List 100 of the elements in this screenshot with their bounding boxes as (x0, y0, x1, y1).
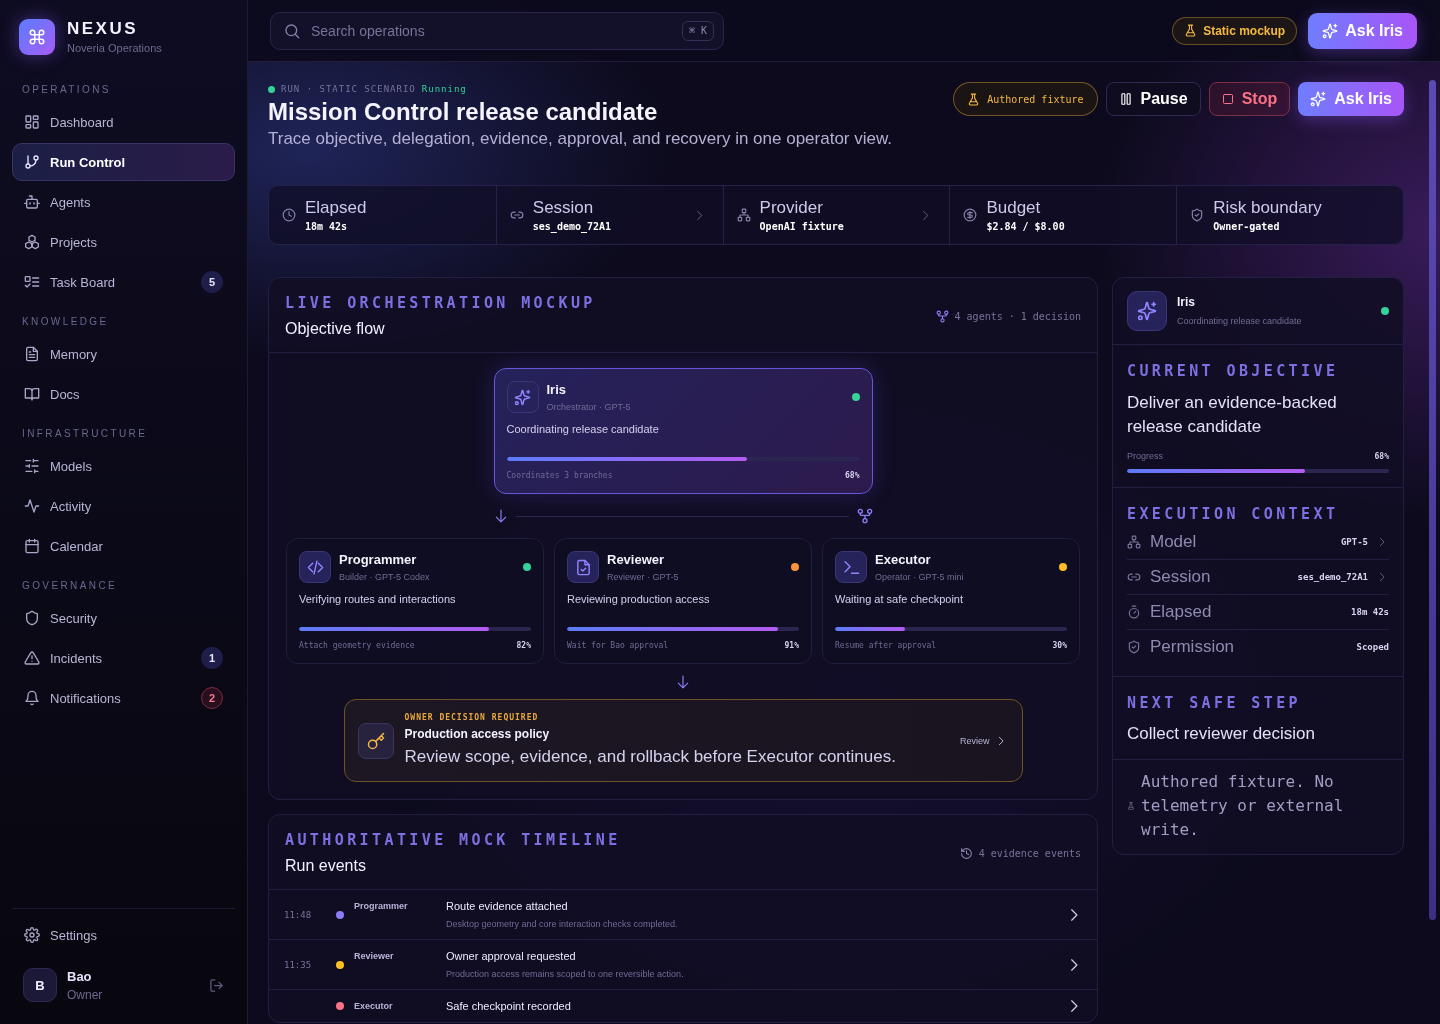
mode-label: Static mockup (1203, 23, 1286, 38)
context-label: Session (1150, 567, 1211, 587)
section-heading: NEXT SAFE STEP (1127, 694, 1303, 712)
run-status: Running (421, 83, 467, 96)
panel-meta: 4 agents · 1 decision (954, 311, 1081, 322)
event-title: Route evidence attached (446, 899, 569, 913)
shield-check-icon (1127, 640, 1141, 654)
next-step-text: Collect reviewer decision (1127, 723, 1317, 745)
link-icon (1127, 570, 1141, 584)
key-icon (357, 722, 394, 759)
agent-role: Orchestrator · GPT-5 (546, 401, 631, 413)
nav-item[interactable]: Memory (12, 335, 235, 373)
agent-activity: Waiting at safe checkpoint (835, 592, 964, 606)
sparkle-icon (1127, 291, 1167, 331)
decision-eyebrow: OWNER DECISION REQUIRED (404, 713, 540, 723)
flask-icon (967, 92, 981, 106)
agent-card[interactable]: Programmer Builder · GPT-5 Codex Verifying routes and interactions Attach geometry evidence 82% (286, 538, 544, 664)
item-count: 5 (201, 271, 223, 293)
search-icon (284, 22, 300, 39)
nav-item[interactable]: Activity (12, 487, 235, 525)
square-icon (1221, 93, 1234, 105)
event-agent: Reviewer (354, 950, 395, 963)
panel-eyebrow: LIVE ORCHESTRATION MOCKUP (285, 294, 596, 312)
nav-item[interactable]: Calendar (12, 527, 235, 565)
section-heading: EXECUTION CONTEXT (1127, 505, 1340, 523)
agent-role: Reviewer · GPT-5 (607, 571, 679, 583)
sliders-icon (24, 458, 40, 474)
settings-icon (24, 927, 40, 943)
agent-activity: Coordinating release candidate (506, 422, 660, 436)
logout-icon[interactable] (209, 977, 224, 993)
shield-check-icon (1190, 208, 1205, 222)
context-label: Permission (1150, 637, 1235, 657)
pulse-icon (24, 498, 40, 514)
context-value: GPT-5 (1340, 537, 1368, 547)
event-title: Owner approval requested (446, 949, 577, 963)
hexagons-icon (24, 234, 40, 250)
stat-value: 18m 42s (305, 219, 349, 233)
dollar-icon (963, 208, 978, 222)
context-value: Scoped (1356, 642, 1389, 652)
progress-label: Progress (1127, 450, 1163, 462)
stat-value: ses_demo_72A1 (532, 219, 612, 233)
nav-item[interactable]: Task Board 5 (12, 263, 235, 301)
flask-icon (1127, 802, 1135, 810)
agent-name: Iris (546, 382, 567, 398)
settings-link[interactable]: Settings (12, 916, 235, 954)
decision-text: Review scope, evidence, and rollback before Executor continues. (404, 746, 896, 768)
progress-percent: 68% (845, 471, 860, 481)
grid-icon (24, 114, 40, 130)
page-title: Mission Control release candidate (268, 97, 659, 127)
nav-item[interactable]: Incidents 1 (12, 639, 235, 677)
nav-item[interactable]: Docs (12, 375, 235, 413)
agent-card[interactable]: Executor Operator · GPT-5 mini Waiting at safe checkpoint Resume after approval 30% (822, 538, 1080, 664)
nav-item[interactable]: Dashboard (12, 103, 235, 141)
scrollbar-thumb[interactable] (1429, 80, 1436, 920)
event-time: 11:35 (284, 959, 312, 970)
event-detail: Desktop geometry and core interaction checks completed. (446, 918, 679, 930)
ask-iris-button[interactable]: Ask Iris (1308, 12, 1417, 49)
agent-name: Executor (875, 552, 932, 568)
terminal-icon (835, 551, 867, 583)
sparkle-icon (1310, 91, 1327, 107)
agent-name: Programmer (339, 552, 418, 568)
orchestrator-card[interactable]: Iris Orchestrator · GPT-5 Coordinating release candidate Coordinates 3 branches 68% (493, 368, 873, 494)
arrow-down-icon (676, 675, 690, 689)
pause-button[interactable]: Pause (1105, 82, 1201, 116)
file-check-icon (567, 551, 599, 583)
progress-percent: 82% (516, 641, 531, 651)
nav-item[interactable]: Projects (12, 223, 235, 261)
section-label: OPERATIONS (21, 83, 112, 97)
agent-card[interactable]: Reviewer Reviewer · GPT-5 Reviewing production access Wait for Bao approval 91% (554, 538, 812, 664)
event-agent: Programmer (354, 900, 409, 913)
progress-percent: 68% (1374, 451, 1389, 461)
objective-text: Deliver an evidence-backed release candidate (1127, 392, 1338, 438)
nav-item[interactable]: Security (12, 599, 235, 637)
brand-name: NEXUS (67, 19, 140, 38)
agent-name: Iris (1177, 295, 1196, 310)
nav-item[interactable]: Agents (12, 183, 235, 221)
section-label: INFRASTRUCTURE (21, 427, 149, 441)
bell-icon (24, 690, 40, 706)
agent-activity: Reviewing production access (567, 592, 711, 606)
panel-eyebrow: AUTHORITATIVE MOCK TIMELINE (285, 831, 621, 849)
event-title: Safe checkpoint recorded (446, 999, 572, 1013)
stop-button[interactable]: Stop (1208, 82, 1291, 116)
pause-icon (1118, 92, 1133, 106)
user-name: Bao (67, 968, 93, 985)
flask-icon (1184, 24, 1198, 37)
ask-iris-button[interactable]: Ask Iris (1298, 82, 1404, 116)
stat-label: Risk boundary (1213, 197, 1322, 218)
decision-title: Production access policy (404, 727, 551, 742)
nav-item[interactable]: Run Control (12, 143, 235, 181)
nav-item[interactable]: Notifications 2 (12, 679, 235, 717)
agent-role: Builder · GPT-5 Codex (339, 571, 430, 583)
shortcut-hint: ⌘ K (681, 20, 714, 41)
branch-icon (24, 154, 40, 170)
review-link[interactable]: Review (960, 735, 1006, 746)
code-icon (299, 551, 331, 583)
nav-item[interactable]: Models (12, 447, 235, 485)
progress-percent: 91% (784, 641, 799, 651)
section-label: KNOWLEDGE (21, 315, 110, 329)
clock-icon (282, 208, 296, 222)
item-count: 1 (201, 647, 223, 669)
